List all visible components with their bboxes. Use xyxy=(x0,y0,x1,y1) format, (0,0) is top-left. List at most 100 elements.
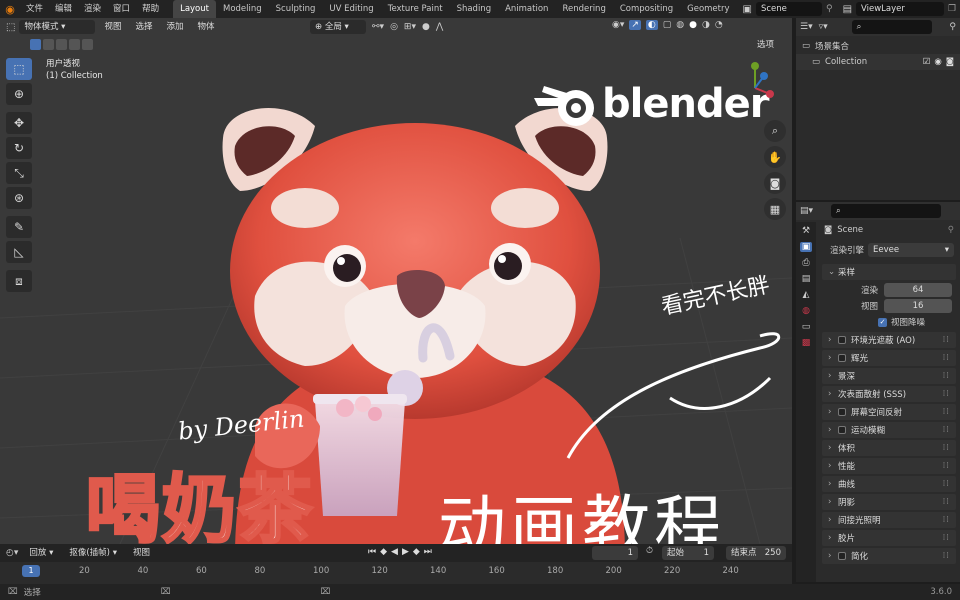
properties-panel[interactable]: › 运动模糊 ⁞⁞ xyxy=(822,422,956,438)
tab-shading[interactable]: Shading xyxy=(450,0,499,18)
scene-tab-icon[interactable]: ◭ xyxy=(803,290,810,300)
render-camera-icon[interactable]: ◙ xyxy=(946,57,954,67)
timeline-view-menu[interactable]: 视图 xyxy=(128,546,155,560)
hide-eye-icon[interactable]: ◉ xyxy=(934,57,941,67)
denoise-row[interactable]: ✓ 视图降噪 xyxy=(818,314,960,330)
outliner-collection-row[interactable]: ▭ Collection ☑ ◉ ◙ xyxy=(796,54,960,70)
drag-handle-icon[interactable]: ⁞⁞ xyxy=(943,443,950,453)
jump-start-icon[interactable]: ⏮ xyxy=(368,547,376,557)
visibility-icon[interactable]: ◉▾ xyxy=(612,20,624,30)
tab-animation[interactable]: Animation xyxy=(498,0,555,18)
tab-compositing[interactable]: Compositing xyxy=(613,0,680,18)
next-key-icon[interactable]: ◆ xyxy=(413,547,420,557)
exclude-checkbox-icon[interactable]: ☑ xyxy=(923,57,931,67)
drag-handle-icon[interactable]: ⁞⁞ xyxy=(943,335,950,345)
annotate-tool-icon[interactable]: ✎ xyxy=(6,216,32,238)
scale-tool-icon[interactable]: ⤡ xyxy=(6,162,32,184)
render-samples-field[interactable]: 64 xyxy=(884,283,952,297)
tab-texture-paint[interactable]: Texture Paint xyxy=(381,0,450,18)
menu-render[interactable]: 渲染 xyxy=(78,0,107,18)
world-tab-icon[interactable]: ◍ xyxy=(802,306,810,316)
frame-ruler[interactable]: 1 20 40 60 80 100 120 140 160 180 200 220 240 xyxy=(0,562,792,584)
playhead[interactable]: 1 xyxy=(22,565,40,577)
viewport-samples-field[interactable]: 16 xyxy=(884,299,952,313)
tool-tab-icon[interactable]: ⚒ xyxy=(802,226,810,236)
keying-menu[interactable]: 抠像(插帧) ▾ xyxy=(64,546,122,560)
end-frame-field[interactable]: 结束点 250 xyxy=(726,546,786,560)
copy-icon[interactable]: ❐ xyxy=(948,4,956,14)
shading-solid-icon[interactable]: ● xyxy=(689,20,697,30)
play-icon[interactable]: ▶ xyxy=(402,547,409,557)
ortho-grid-icon[interactable]: ▦ xyxy=(764,198,786,220)
shading-material-icon[interactable]: ◑ xyxy=(702,20,710,30)
drag-handle-icon[interactable]: ⁞⁞ xyxy=(943,353,950,363)
snap-target-icon[interactable]: ⊞▾ xyxy=(404,22,416,32)
navigation-gizmo[interactable] xyxy=(732,60,778,106)
scene-pin-icon[interactable]: ⚲ xyxy=(948,225,954,235)
select-box-tool-icon[interactable]: ⬚ xyxy=(6,58,32,80)
render-tab-icon[interactable]: ▣ xyxy=(799,242,813,252)
drag-handle-icon[interactable]: ⁞⁞ xyxy=(943,497,950,507)
select-mode-new-icon[interactable] xyxy=(30,39,41,50)
menu-help[interactable]: 帮助 xyxy=(136,0,165,18)
select-mode-invert-icon[interactable] xyxy=(69,39,80,50)
shading-wireframe-icon[interactable]: ◍ xyxy=(676,20,684,30)
tab-modeling[interactable]: Modeling xyxy=(216,0,269,18)
rotate-tool-icon[interactable]: ↻ xyxy=(6,137,32,159)
menu-object[interactable]: 物体 xyxy=(193,20,220,34)
drag-handle-icon[interactable]: ⁞⁞ xyxy=(943,551,950,561)
jump-end-icon[interactable]: ⏭ xyxy=(424,547,432,557)
properties-panel[interactable]: › 景深 ⁞⁞ xyxy=(822,368,956,384)
camera-view-icon[interactable]: ◙ xyxy=(764,172,786,194)
tab-uv-editing[interactable]: UV Editing xyxy=(322,0,380,18)
snap-icon[interactable]: ◎ xyxy=(390,22,398,32)
cursor-tool-icon[interactable]: ⊕ xyxy=(6,83,32,105)
menu-window[interactable]: 窗口 xyxy=(107,0,136,18)
add-cube-tool-icon[interactable]: ⧈ xyxy=(6,270,32,292)
properties-panel[interactable]: › 曲线 ⁞⁞ xyxy=(822,476,956,492)
output-tab-icon[interactable]: ⎙ xyxy=(802,258,809,268)
playback-menu[interactable]: 回放 ▾ xyxy=(24,546,58,560)
texture-tab-icon[interactable]: ▩ xyxy=(802,338,811,348)
options-button[interactable]: 选项 xyxy=(752,38,779,52)
panel-checkbox[interactable] xyxy=(838,552,846,560)
zoom-icon[interactable]: ⌕ xyxy=(764,120,786,142)
properties-panel[interactable]: › 胶片 ⁞⁞ xyxy=(822,530,956,546)
tab-layout[interactable]: Layout xyxy=(173,0,216,18)
transform-tool-icon[interactable]: ⊛ xyxy=(6,187,32,209)
stopwatch-icon[interactable]: ⏱ xyxy=(646,546,653,556)
scene-icon[interactable]: ▣ xyxy=(743,4,752,15)
select-mode-subtract-icon[interactable] xyxy=(56,39,67,50)
outliner-scene-collection[interactable]: ▭ 场景集合 xyxy=(796,38,960,54)
properties-panel[interactable]: › 间接光照明 ⁞⁞ xyxy=(822,512,956,528)
play-reverse-icon[interactable]: ◀ xyxy=(391,547,398,557)
move-tool-icon[interactable]: ✥ xyxy=(6,112,32,134)
properties-panel[interactable]: › 性能 ⁞⁞ xyxy=(822,458,956,474)
drag-handle-icon[interactable]: ⁞⁞ xyxy=(943,515,950,525)
measure-tool-icon[interactable]: ◺ xyxy=(6,241,32,263)
drag-handle-icon[interactable]: ⁞⁞ xyxy=(943,479,950,489)
scene-field[interactable]: Scene xyxy=(755,2,822,16)
xray-icon[interactable]: ▢ xyxy=(663,20,672,30)
view-layer-field[interactable]: ViewLayer xyxy=(856,2,945,16)
render-engine-dropdown[interactable]: Eevee ▾ xyxy=(868,243,954,257)
menu-view[interactable]: 视图 xyxy=(99,20,126,34)
tab-sculpting[interactable]: Sculpting xyxy=(269,0,323,18)
timeline-type-icon[interactable]: ◴▾ xyxy=(6,548,18,558)
drag-handle-icon[interactable]: ⁞⁞ xyxy=(943,425,950,435)
drag-handle-icon[interactable]: ⁞⁞ xyxy=(943,461,950,471)
editor-type-icon[interactable]: ⬚ xyxy=(6,22,15,33)
panel-checkbox[interactable] xyxy=(838,426,846,434)
menu-select[interactable]: 选择 xyxy=(130,20,157,34)
view-layer-icon[interactable]: ▤ xyxy=(843,4,852,15)
falloff-icon[interactable]: ⋀ xyxy=(436,22,443,32)
properties-panel[interactable]: › 体积 ⁞⁞ xyxy=(822,440,956,456)
drag-handle-icon[interactable]: ⁞⁞ xyxy=(943,371,950,381)
properties-panel[interactable]: › 次表面散射 (SSS) ⁞⁞ xyxy=(822,386,956,402)
prev-key-icon[interactable]: ◆ xyxy=(380,547,387,557)
outliner-filter-icon[interactable]: ⚲ xyxy=(949,22,956,32)
menu-add[interactable]: 添加 xyxy=(161,20,188,34)
panel-checkbox[interactable] xyxy=(838,354,846,362)
menu-edit[interactable]: 编辑 xyxy=(49,0,78,18)
3d-viewport[interactable]: ⬚ 物体模式 ▾ 视图 选择 添加 物体 ⊕ 全局 ▾ ⚯▾ ◎ ⊞▾ ● ⋀ … xyxy=(0,18,792,544)
